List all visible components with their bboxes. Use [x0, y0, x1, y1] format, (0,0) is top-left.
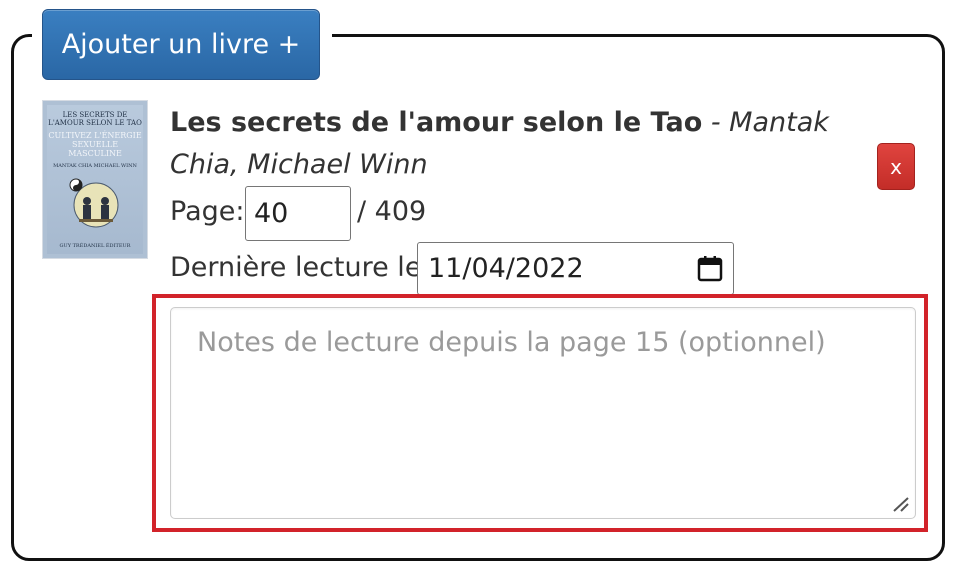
book-title: Les secrets de l'amour selon le Tao: [170, 107, 703, 138]
cover-publisher: GUY TRÉDANIEL ÉDITEUR: [59, 243, 131, 249]
resize-grip-icon[interactable]: [891, 495, 911, 513]
calendar-icon[interactable]: [697, 255, 723, 282]
page-label: Page:: [170, 196, 245, 227]
book-cover-image: LES SECRETS DE L'AMOUR SELON LE TAO CULT…: [42, 100, 148, 259]
total-pages-text: / 409: [357, 196, 427, 227]
cover-illustration: [69, 178, 119, 228]
last-read-date-input[interactable]: 11/04/2022: [417, 242, 734, 295]
remove-book-button[interactable]: x: [877, 143, 915, 190]
book-heading: Les secrets de l'amour selon le Tao - Ma…: [170, 102, 850, 186]
last-read-date-value: 11/04/2022: [428, 253, 584, 284]
add-book-button[interactable]: Ajouter un livre +: [42, 9, 320, 80]
last-read-label: Dernière lecture le: [170, 252, 422, 283]
cover-title: LES SECRETS DE L'AMOUR SELON LE TAO: [48, 111, 142, 127]
cover-subtitle: CULTIVEZ L'ÉNERGIE SEXUELLE MASCULINE: [48, 131, 142, 158]
current-page-input[interactable]: [245, 186, 351, 241]
reading-notes-textarea[interactable]: [170, 307, 916, 519]
cover-authors: MANTAK CHIA MICHAEL WINN: [53, 163, 137, 169]
